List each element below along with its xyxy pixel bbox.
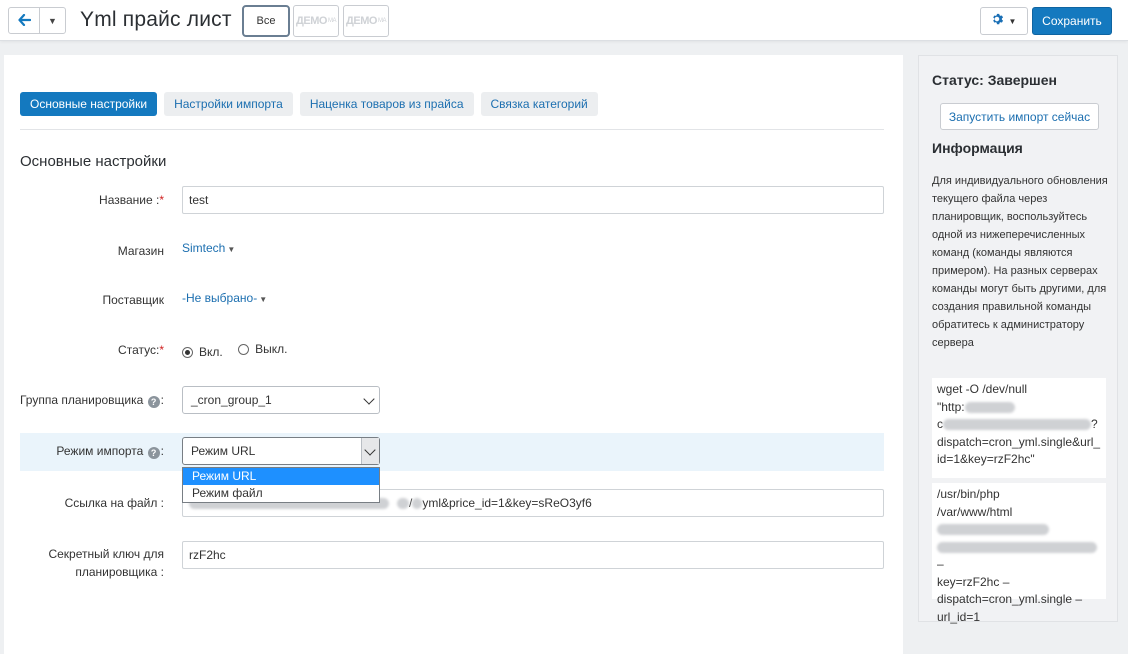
store-filter-all[interactable]: Все: [242, 5, 290, 37]
secret-key-input[interactable]: rzF2hc: [182, 541, 884, 569]
import-mode-select[interactable]: Режим URL: [182, 437, 380, 465]
scheduler-group-select[interactable]: _cron_group_1: [182, 386, 380, 414]
question-icon[interactable]: ?: [147, 447, 160, 459]
redacted-text: [397, 497, 409, 509]
store-filter-demo-2[interactable]: ДЕМО МА: [343, 5, 389, 37]
tab-main-settings[interactable]: Основные настройки: [20, 92, 158, 116]
tab-price-markup[interactable]: Наценка товаров из прайса: [299, 92, 474, 116]
gear-icon: [992, 13, 1005, 29]
radio-checked-icon: [182, 346, 193, 358]
chevron-down-icon: [363, 393, 375, 405]
supplier-label: Поставщик: [102, 293, 164, 307]
back-button-group: ▼: [8, 7, 66, 34]
redacted-text: [412, 497, 423, 509]
demo-logo-text: ДЕМО: [346, 15, 377, 27]
status-on-radio[interactable]: Вкл.: [182, 345, 223, 359]
run-import-button[interactable]: Запустить импорт сейчас: [940, 103, 1099, 130]
caret-down-icon: ▼: [48, 15, 57, 26]
redacted-text: [937, 524, 1049, 536]
status-off-radio[interactable]: Выкл.: [238, 342, 287, 356]
tab-import-settings[interactable]: Настройки импорта: [164, 92, 293, 116]
status-radio-group: Вкл. Выкл.: [182, 342, 299, 359]
scheduler-group-label: Группа планировщика ?:: [19, 393, 164, 408]
import-mode-option-file[interactable]: Режим файл: [183, 485, 379, 502]
file-link-label: Ссылка на файл :: [64, 496, 164, 510]
page-title: Yml прайс лист: [80, 8, 232, 31]
name-input[interactable]: test: [182, 186, 884, 214]
question-icon[interactable]: ?: [147, 396, 160, 408]
demo-logo-sup: МА: [377, 18, 387, 24]
supplier-dropdown[interactable]: -Не выбрано- ▼: [182, 291, 267, 305]
sidebar: Статус: Завершен Запустить импорт сейчас…: [918, 55, 1118, 624]
command-php: /usr/bin/php /var/www/html – key=rzF2hc …: [932, 483, 1106, 624]
top-toolbar: ▼ Yml прайс лист Все ДЕМО МА ДЕМО МА ▼ Сох…: [0, 0, 1128, 41]
redacted-text: [937, 541, 1097, 553]
caret-down-icon: ▼: [1008, 16, 1017, 26]
store-filter-demo-1[interactable]: ДЕМО МА: [293, 5, 339, 37]
store-label: Магазин: [117, 244, 164, 258]
tabs: Основные настройки Настройки импорта Нац…: [20, 92, 598, 116]
main-panel: Основные настройки Настройки импорта Нац…: [4, 55, 903, 654]
status-title: Статус: Завершен: [932, 72, 1057, 88]
import-mode-options: Режим URL Режим файл: [182, 467, 380, 503]
store-dropdown[interactable]: Simtech ▼: [182, 241, 235, 255]
command-wget: wget -O /dev/null "http: c? dispatch=cro…: [932, 378, 1106, 478]
name-label: Название :*: [99, 193, 164, 207]
radio-unchecked-icon: [238, 343, 250, 355]
demo-logo-text: ДЕМО: [296, 15, 327, 27]
settings-dropdown-button[interactable]: ▼: [980, 7, 1028, 35]
caret-down-icon: ▼: [259, 295, 268, 304]
info-title: Информация: [932, 140, 1023, 156]
tabs-divider: [20, 129, 884, 130]
section-title: Основные настройки: [20, 153, 167, 170]
import-mode-label: Режим импорта ?:: [56, 444, 164, 459]
redacted-text: [964, 401, 1015, 413]
status-label: Статус:*: [118, 343, 164, 357]
history-dropdown-button[interactable]: ▼: [39, 8, 65, 33]
tab-category-mapping[interactable]: Связка категорий: [480, 92, 598, 116]
redacted-text: [943, 419, 1091, 431]
back-button[interactable]: [9, 8, 39, 33]
import-mode-option-url[interactable]: Режим URL: [183, 468, 379, 485]
demo-logo-sup: МА: [327, 18, 337, 24]
secret-key-label: Секретный ключ для планировщика :: [48, 547, 164, 579]
caret-down-icon: ▼: [227, 245, 236, 254]
save-button[interactable]: Сохранить: [1032, 7, 1112, 35]
arrow-left-icon: [17, 13, 31, 29]
info-text: Для индивидуального обновления текущего …: [932, 175, 1108, 349]
